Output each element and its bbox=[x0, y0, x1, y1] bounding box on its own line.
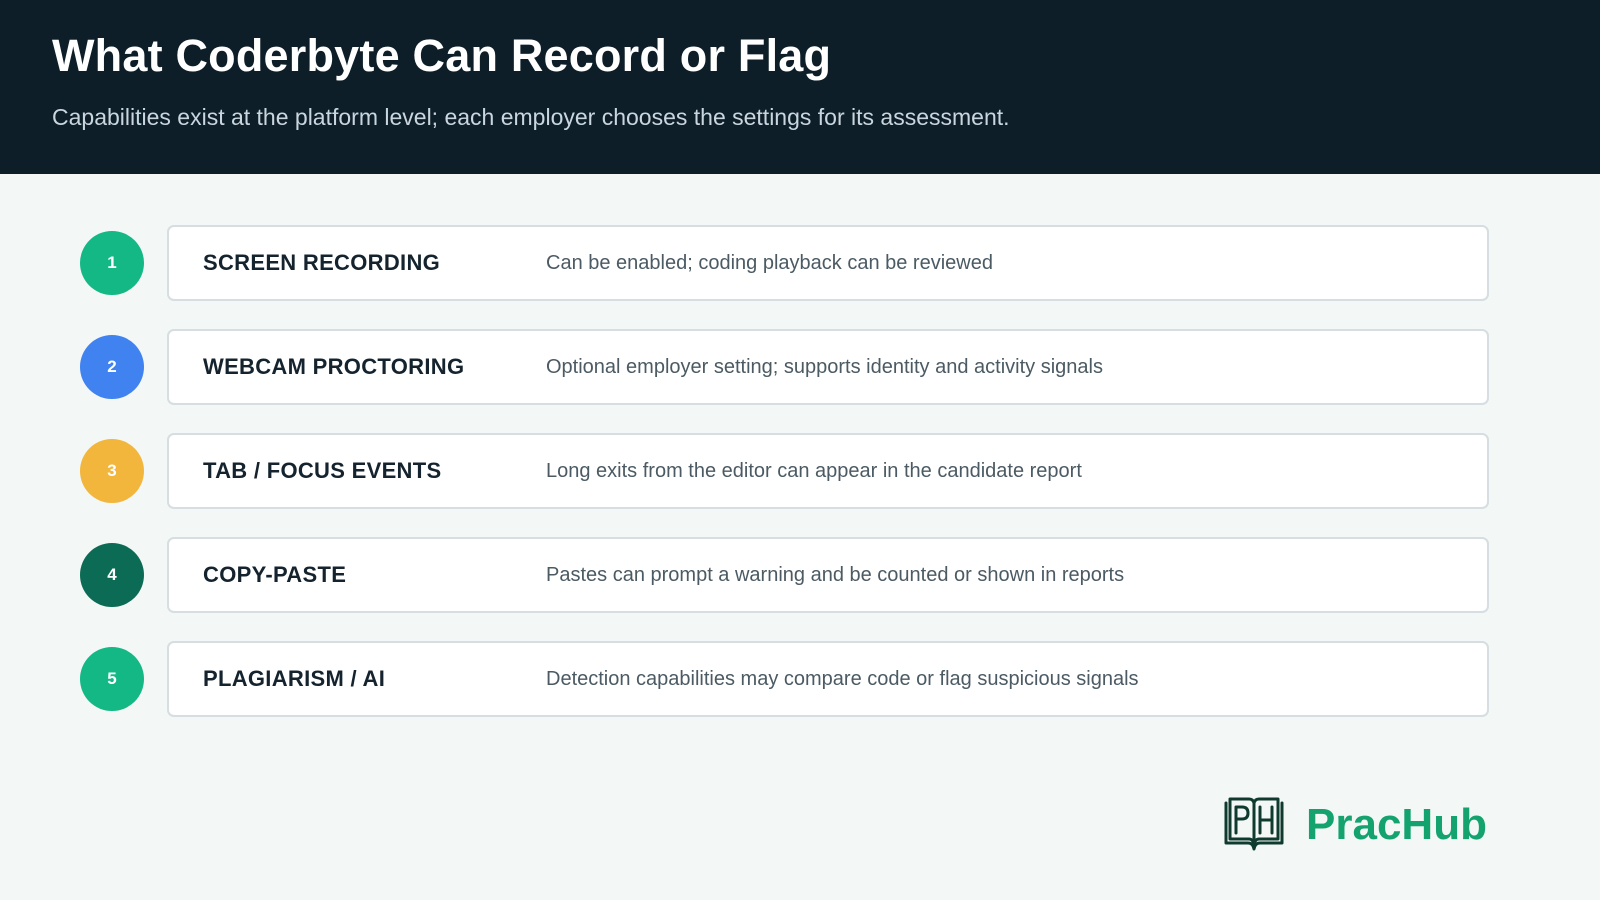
capability-card: WEBCAM PROCTORING Optional employer sett… bbox=[167, 329, 1489, 405]
capability-row: 5 PLAGIARISM / AI Detection capabilities… bbox=[0, 641, 1600, 717]
brand-logo: PracHub bbox=[1222, 797, 1487, 853]
capability-label: PLAGIARISM / AI bbox=[203, 666, 386, 691]
capability-row: 4 COPY-PASTE Pastes can prompt a warning… bbox=[0, 537, 1600, 613]
capability-label: COPY-PASTE bbox=[203, 562, 347, 587]
capability-row: 1 SCREEN RECORDING Can be enabled; codin… bbox=[0, 225, 1600, 301]
book-icon bbox=[1224, 797, 1284, 851]
capability-description: Detection capabilities may compare code … bbox=[546, 667, 1139, 690]
capability-description: Long exits from the editor can appear in… bbox=[546, 459, 1082, 482]
capability-description: Optional employer setting; supports iden… bbox=[546, 355, 1103, 378]
number-badge: 1 bbox=[80, 231, 144, 295]
capability-description: Can be enabled; coding playback can be r… bbox=[546, 251, 993, 274]
capability-label: SCREEN RECORDING bbox=[203, 250, 441, 275]
capability-list: 1 SCREEN RECORDING Can be enabled; codin… bbox=[0, 0, 1600, 900]
capability-row: 3 TAB / FOCUS EVENTS Long exits from the… bbox=[0, 433, 1600, 509]
capability-card: COPY-PASTE Pastes can prompt a warning a… bbox=[167, 537, 1489, 613]
number-badge: 5 bbox=[80, 647, 144, 711]
capability-card: SCREEN RECORDING Can be enabled; coding … bbox=[167, 225, 1489, 301]
brand-name: PracHub bbox=[1306, 800, 1487, 849]
capability-row: 2 WEBCAM PROCTORING Optional employer se… bbox=[0, 329, 1600, 405]
capability-card: PLAGIARISM / AI Detection capabilities m… bbox=[167, 641, 1489, 717]
number-badge: 2 bbox=[80, 335, 144, 399]
number-badge: 4 bbox=[80, 543, 144, 607]
number-badge: 3 bbox=[80, 439, 144, 503]
capability-card: TAB / FOCUS EVENTS Long exits from the e… bbox=[167, 433, 1489, 509]
capability-label: TAB / FOCUS EVENTS bbox=[203, 458, 442, 483]
capability-description: Pastes can prompt a warning and be count… bbox=[546, 563, 1125, 586]
capability-label: WEBCAM PROCTORING bbox=[203, 354, 465, 379]
